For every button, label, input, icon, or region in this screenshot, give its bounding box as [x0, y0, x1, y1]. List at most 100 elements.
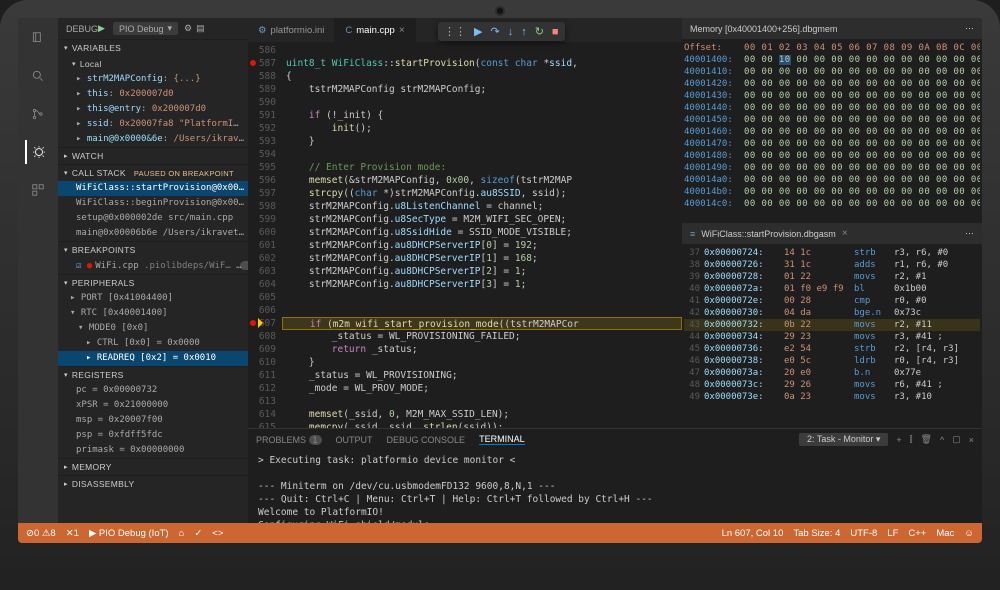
memory-row: 400014b0:00 00 00 00 00 00 00 00 00 00 0… — [684, 186, 980, 198]
status-item[interactable]: UTF-8 — [850, 528, 877, 539]
code-editor[interactable]: 5865875885895905915925935945955965975985… — [248, 42, 682, 428]
section-registers[interactable]: ▾Registers — [58, 367, 248, 383]
debug-config-dropdown[interactable]: PIO Debug ▾ — [113, 22, 178, 35]
variable-item[interactable]: ▸ this: 0x200007d0 — [58, 87, 248, 102]
peripheral-item[interactable]: ▸ PORT [0x41004400] — [58, 291, 248, 306]
memory-viewer[interactable]: Offset:00 01 02 03 04 05 06 07 08 09 0A … — [682, 40, 982, 223]
variable-item[interactable]: ▸ main@0x0000&6e: /Users/ikravets… — [58, 132, 248, 147]
callstack-frame[interactable]: setup@0x000002de src/main.cpp — [58, 211, 248, 226]
scm-icon[interactable] — [26, 102, 50, 126]
memory-row: 40001450:00 00 00 00 00 00 00 00 00 00 0… — [684, 114, 980, 126]
asm-row: 480x0000073c:29 26movsr6, #41 ; — [684, 379, 980, 391]
section-disassembly[interactable]: ▸Disassembly — [58, 476, 248, 492]
memory-row: 40001420:00 00 00 00 00 00 00 00 00 00 0… — [684, 78, 980, 90]
register-item[interactable]: msp = 0x20007f00 — [58, 413, 248, 428]
explorer-icon[interactable] — [26, 26, 50, 50]
kill-terminal-icon[interactable]: 🗑 — [921, 434, 932, 445]
editor-tab[interactable]: Cmain.cpp× — [335, 18, 415, 42]
callstack-frame[interactable]: main@0x00006b6e /Users/ikravets… — [58, 226, 248, 241]
variable-item[interactable]: ▸ ssid: 0x20007fa8 "PlatformIO-31… — [58, 117, 248, 132]
register-item[interactable]: xPSR = 0x21000000 — [58, 398, 248, 413]
memory-row: 40001480:00 00 00 00 00 00 00 00 00 00 0… — [684, 150, 980, 162]
section-callstack[interactable]: ▾Call StackPAUSED ON BREAKPOINT — [58, 165, 248, 181]
restart-icon[interactable]: ↻ — [535, 25, 544, 38]
breakpoint-item[interactable]: ☑ ●WiFi.cpp .piolibdeps/WiF… 588 — [58, 258, 248, 274]
memory-row: 400014c0:00 00 00 00 00 00 00 00 00 00 0… — [684, 198, 980, 210]
debug-toolbar: ⋮⋮ ▶ ↷ ↓ ↑ ↻ ■ — [438, 22, 565, 41]
asm-row: 430x00000732:0b 22movsr2, #11 — [684, 319, 980, 331]
section-watch[interactable]: ▸Watch — [58, 148, 248, 164]
asm-row: 420x00000730:04 dabge.n0x73c — [684, 307, 980, 319]
status-item[interactable]: C++ — [908, 528, 926, 539]
status-item[interactable]: ☺ — [964, 528, 974, 539]
section-peripherals[interactable]: ▾Peripherals — [58, 275, 248, 291]
asm-viewer[interactable]: 370x00000724:14 1cstrbr3, r6, #0380x0000… — [682, 245, 982, 428]
tab-debugconsole[interactable]: DEBUG CONSOLE — [387, 435, 466, 445]
memory-tab[interactable]: Memory [0x40001400+256].dbgmem⋯ — [682, 18, 982, 40]
debug-config-bar: DEBUG ▶ PIO Debug ▾ ⚙ ▤ — [58, 18, 248, 39]
peripheral-item[interactable]: ▸ CTRL [0x0] = 0x0000 — [58, 336, 248, 351]
status-item[interactable]: <> — [212, 528, 223, 539]
variable-item[interactable]: ▸ strM2MAPConfig: {...} — [58, 72, 248, 87]
right-panel: Memory [0x40001400+256].dbgmem⋯ Offset:0… — [682, 18, 982, 428]
memory-row: 40001440:00 00 00 00 00 00 00 00 00 00 0… — [684, 102, 980, 114]
memory-row: 40001400:00 00 10 00 00 00 00 00 00 00 0… — [684, 54, 980, 66]
stop-icon[interactable]: ■ — [552, 26, 559, 38]
peripheral-item[interactable]: ▾ RTC [0x40001400] — [58, 306, 248, 321]
tab-problems[interactable]: PROBLEMS 1 — [256, 435, 322, 445]
asm-row: 440x00000734:29 23movsr3, #41 ; — [684, 331, 980, 343]
register-item[interactable]: pc = 0x00000732 — [58, 383, 248, 398]
status-item[interactable]: Mac — [936, 528, 954, 539]
status-item[interactable]: ✕1 — [66, 528, 79, 539]
callstack-frame[interactable]: WiFiClass::startProvision@0x000000… — [58, 181, 248, 196]
step-into-icon[interactable]: ↓ — [508, 26, 514, 38]
status-item[interactable]: Ln 607, Col 10 — [722, 528, 784, 539]
tab-terminal[interactable]: TERMINAL — [479, 434, 525, 445]
peripheral-item[interactable]: ▾ MODE0 [0x0] — [58, 321, 248, 336]
drag-handle-icon[interactable]: ⋮⋮ — [444, 25, 466, 38]
extensions-icon[interactable] — [26, 178, 50, 202]
step-out-icon[interactable]: ↑ — [521, 26, 527, 38]
step-over-icon[interactable]: ↷ — [490, 25, 499, 38]
asm-row: 450x00000736:e2 54strbr2, [r4, r3] — [684, 343, 980, 355]
section-memory[interactable]: ▸Memory — [58, 459, 248, 475]
start-debug-icon[interactable]: ▶ — [98, 23, 105, 34]
peripheral-item[interactable]: ▸ READREQ [0x2] = 0x0010 — [58, 351, 248, 366]
section-variables[interactable]: ▾Variables — [58, 40, 248, 56]
register-item[interactable]: primask = 0x00000000 — [58, 443, 248, 458]
section-breakpoints[interactable]: ▾Breakpoints — [58, 242, 248, 258]
editor-area: ⋮⋮ ▶ ↷ ↓ ↑ ↻ ■ ⚙platformio.iniCmain.cpp×… — [248, 18, 982, 543]
status-item[interactable]: ✓ — [194, 528, 202, 539]
memory-row: 40001430:00 00 00 00 00 00 00 00 00 00 0… — [684, 90, 980, 102]
status-item[interactable]: LF — [887, 528, 898, 539]
register-item[interactable]: psp = 0xfdff5fdc — [58, 428, 248, 443]
memory-row: 40001470:00 00 00 00 00 00 00 00 00 00 0… — [684, 138, 980, 150]
maximize-icon[interactable]: ^ — [940, 435, 944, 445]
scope-local[interactable]: ▾Local — [58, 56, 248, 72]
asm-row: 460x00000738:e0 5cldrbr0, [r4, r3] — [684, 355, 980, 367]
callstack-frame[interactable]: WiFiClass::beginProvision@0x000000… — [58, 196, 248, 211]
new-terminal-icon[interactable]: + — [896, 435, 901, 445]
memory-row: 40001490:00 00 00 00 00 00 00 00 00 00 0… — [684, 162, 980, 174]
debug-sidebar: DEBUG ▶ PIO Debug ▾ ⚙ ▤ ▾Variables ▾Loca… — [58, 18, 248, 543]
status-item[interactable]: ⊘0 ⚠8 — [26, 528, 56, 539]
layout-icon[interactable]: ▢ — [952, 434, 961, 445]
close-panel-icon[interactable]: × — [969, 435, 974, 445]
variable-item[interactable]: ▸ this@entry: 0x200007d0 — [58, 102, 248, 117]
gear-icon[interactable]: ⚙ — [184, 23, 192, 34]
continue-icon[interactable]: ▶ — [474, 25, 482, 38]
debug-icon[interactable] — [25, 140, 49, 164]
status-item[interactable]: ⌂ — [179, 528, 185, 539]
console-icon[interactable]: ▤ — [196, 23, 205, 34]
asm-tab[interactable]: ≡WiFiClass::startProvision.dbgasm×⋯ — [682, 223, 982, 245]
editor-tab[interactable]: ⚙platformio.ini — [248, 18, 335, 42]
asm-row: 390x00000728:01 22movsr2, #1 — [684, 271, 980, 283]
debug-label: DEBUG — [66, 24, 98, 34]
tab-output[interactable]: OUTPUT — [336, 435, 373, 445]
search-icon[interactable] — [26, 64, 50, 88]
status-bar: ⊘0 ⚠8 ✕1 ▶ PIO Debug (IoT) ⌂ ✓ <> Ln 607, Col… — [18, 523, 982, 543]
terminal-selector[interactable]: 2: Task - Monitor ▾ — [799, 433, 888, 446]
split-terminal-icon[interactable]: ⫿ — [910, 434, 913, 445]
status-item[interactable]: ▶ PIO Debug (IoT) — [89, 528, 169, 539]
status-item[interactable]: Tab Size: 4 — [793, 528, 840, 539]
